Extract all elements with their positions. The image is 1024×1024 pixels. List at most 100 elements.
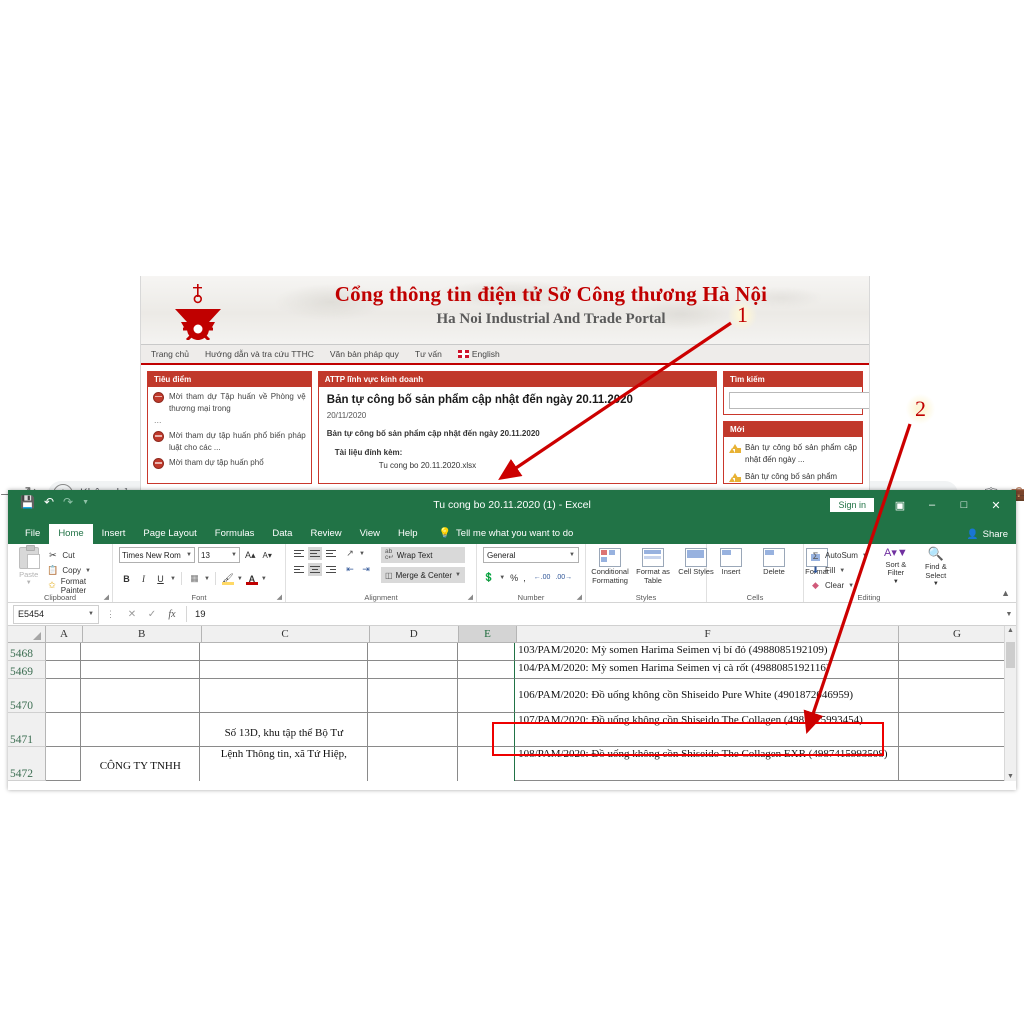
increase-indent-icon[interactable]: ⇥ <box>359 563 373 576</box>
cell-f5469[interactable]: 104/PAM/2020: Mỳ somen Harima Seimen vị … <box>515 661 900 679</box>
column-header-e[interactable]: E <box>458 626 517 642</box>
cell-f5468[interactable]: 103/PAM/2020: Mỳ somen Harima Seimen vị … <box>515 643 900 661</box>
cell-e5470[interactable] <box>457 679 516 713</box>
column-header-g[interactable]: G <box>899 626 1016 642</box>
align-left-button[interactable] <box>292 563 306 576</box>
search-input[interactable] <box>729 392 869 409</box>
list-item[interactable]: Mời tham dự Tập huấn về Phòng vệ thương … <box>148 387 311 414</box>
cell-b5472[interactable]: CÔNG TY TNHH <box>81 747 201 781</box>
name-box[interactable]: E5454 ▼ <box>13 604 99 624</box>
cell-f5471[interactable]: 107/PAM/2020: Đồ uống không cồn Shiseido… <box>515 713 900 747</box>
percent-style-button[interactable]: % <box>510 573 518 583</box>
cut-button[interactable]: ✂ Cut <box>47 549 106 562</box>
nav-item-van-ban[interactable]: Văn bản pháp quy <box>330 349 399 359</box>
cell-g5472[interactable] <box>899 747 1016 781</box>
decrease-font-size-button[interactable]: A▾ <box>261 551 274 560</box>
cell-a5472[interactable] <box>45 747 82 781</box>
formula-input[interactable]: 19 <box>191 609 1002 620</box>
cell-c5468[interactable] <box>200 643 369 661</box>
cell-d5469[interactable] <box>368 661 458 679</box>
bold-button[interactable]: B <box>119 571 134 586</box>
scrollbar-thumb[interactable] <box>1006 642 1015 668</box>
sign-in-button[interactable]: Sign in <box>830 498 874 512</box>
align-right-button[interactable] <box>324 563 338 576</box>
vertical-scrollbar[interactable]: ▲ ▼ <box>1004 626 1016 781</box>
decrease-decimal-icon[interactable]: .00→ <box>555 574 572 581</box>
expand-formula-bar-icon[interactable]: ▼ <box>1002 611 1016 618</box>
cell-b5468[interactable] <box>81 643 201 661</box>
nav-item-tu-van[interactable]: Tư vấn <box>415 349 442 359</box>
tab-insert[interactable]: Insert <box>93 524 135 544</box>
chevron-down-icon[interactable]: ▼ <box>204 576 210 582</box>
font-color-icon[interactable]: A <box>245 571 259 586</box>
chevron-down-icon[interactable]: ▼ <box>499 575 505 581</box>
paste-button[interactable]: Paste ▼ <box>14 545 43 586</box>
underline-button[interactable]: U <box>153 571 168 586</box>
tab-data[interactable]: Data <box>263 524 301 544</box>
table-row[interactable]: 5469 104/PAM/2020: Mỳ somen Harima Seime… <box>8 661 1016 679</box>
orientation-icon[interactable]: ↗ <box>343 547 357 560</box>
nav-item-huong-dan[interactable]: Hướng dẫn và tra cứu TTHC <box>205 349 314 359</box>
comma-style-button[interactable]: , <box>523 573 526 583</box>
list-item[interactable]: Mời tham dự tập huấn phổ <box>148 453 311 470</box>
italic-button[interactable]: I <box>136 571 151 586</box>
list-item[interactable]: Mời tham dự tập huấn phổ biến pháp luật … <box>148 426 311 453</box>
increase-font-size-button[interactable]: A▴ <box>243 550 258 561</box>
accounting-format-icon[interactable]: 💲 <box>483 572 494 583</box>
table-row[interactable]: 5472 CÔNG TY TNHH Lệnh Thông tin, xã Tứ … <box>8 747 1016 781</box>
number-dialog-launcher-icon[interactable]: ◢ <box>577 593 582 601</box>
number-format-box[interactable]: General ▼ <box>483 547 579 563</box>
column-header-a[interactable]: A <box>46 626 83 642</box>
chevron-down-icon[interactable]: ▼ <box>170 576 176 582</box>
cell-a5470[interactable] <box>45 679 82 713</box>
table-row[interactable]: 5471 Số 13D, khu tập thể Bộ Tư 107/PAM/2… <box>8 713 1016 747</box>
merge-center-button[interactable]: ◫ Merge & Center ▼ <box>381 567 465 583</box>
cell-a5468[interactable] <box>45 643 82 661</box>
fill-color-icon[interactable]: 🖌 <box>221 571 235 586</box>
autosum-button[interactable]: Σ AutoSum ▼ <box>810 549 868 562</box>
close-button[interactable]: ✕ <box>980 490 1012 520</box>
tab-review[interactable]: Review <box>301 524 350 544</box>
clipboard-dialog-launcher-icon[interactable]: ◢ <box>104 593 109 601</box>
cell-c5471[interactable]: Số 13D, khu tập thể Bộ Tư <box>200 713 369 747</box>
cell-e5468[interactable] <box>457 643 516 661</box>
cell-e5472[interactable] <box>458 747 516 781</box>
chevron-down-icon[interactable]: ▼ <box>237 576 243 582</box>
cell-g5469[interactable] <box>899 661 1016 679</box>
cell-g5468[interactable] <box>899 643 1016 661</box>
increase-decimal-icon[interactable]: ←.00 <box>534 574 551 581</box>
cell-c5469[interactable] <box>200 661 369 679</box>
maximize-button[interactable]: □ <box>948 490 980 520</box>
cell-d5471[interactable] <box>368 713 458 747</box>
article-title[interactable]: Bản tự công bố sản phẩm cập nhật đến ngà… <box>319 387 716 408</box>
cell-f5472[interactable]: 108/PAM/2020: Đồ uống không cồn Shiseido… <box>515 747 900 781</box>
row-header[interactable]: 5468 <box>8 643 46 661</box>
column-header-d[interactable]: D <box>369 626 459 642</box>
align-bottom-button[interactable] <box>324 547 338 560</box>
tab-help[interactable]: Help <box>389 524 427 544</box>
row-header[interactable]: 5471 <box>8 713 46 747</box>
row-header[interactable]: 5469 <box>8 661 46 679</box>
find-select-button[interactable]: 🔍 Find & Select ▼ <box>918 546 954 588</box>
font-dialog-launcher-icon[interactable]: ◢ <box>277 593 282 601</box>
copy-button[interactable]: 📋 Copy ▼ <box>47 564 106 577</box>
chevron-down-icon[interactable]: ▼ <box>359 551 365 557</box>
table-row[interactable]: 5470 106/PAM/2020: Đồ uống không cồn Shi… <box>8 679 1016 713</box>
check-icon[interactable]: ✓ <box>142 609 162 620</box>
column-header-b[interactable]: B <box>82 626 202 642</box>
cell-c5470[interactable] <box>200 679 369 713</box>
cell-f5470[interactable]: 106/PAM/2020: Đồ uống không cồn Shiseido… <box>515 679 900 713</box>
cell-d5468[interactable] <box>368 643 458 661</box>
font-name-box[interactable]: Times New Rom ▼ <box>119 547 195 563</box>
tell-me-box[interactable]: 💡 Tell me what you want to do <box>427 524 582 544</box>
attachment-file-link[interactable]: Tu cong bo 20.11.2020.xlsx <box>319 457 716 476</box>
list-item[interactable]: Bản tự công bố sản phẩm cập nhật đến ngà… <box>724 437 862 466</box>
conditional-formatting-button[interactable]: Conditional Formatting <box>591 548 629 585</box>
cell-b5469[interactable] <box>81 661 201 679</box>
cell-b5470[interactable] <box>81 679 201 713</box>
cancel-icon[interactable]: ✕ <box>122 609 142 620</box>
nav-item-english[interactable]: English <box>457 349 500 359</box>
cell-a5471[interactable] <box>45 713 82 747</box>
cell-e5469[interactable] <box>457 661 516 679</box>
cell-c5472[interactable]: Lệnh Thông tin, xã Tứ Hiệp, <box>200 747 369 781</box>
